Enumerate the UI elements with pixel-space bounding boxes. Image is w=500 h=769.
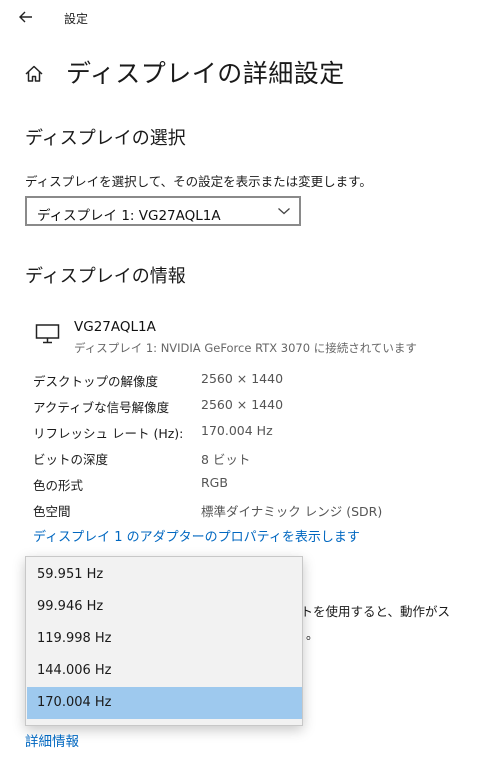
info-value-color-format: RGB [201,475,228,490]
home-button[interactable] [22,62,46,86]
display-select[interactable]: ディスプレイ 1: VG27AQL1A [25,196,301,226]
display-select-value: ディスプレイ 1: VG27AQL1A [37,208,221,224]
info-label-desktop-resolution: デスクトップの解像度 [33,374,159,389]
info-label-color-space: 色空間 [33,504,71,519]
select-section-heading: ディスプレイの選択 [25,128,186,149]
refresh-option-144[interactable]: 144.006 Hz [27,655,302,687]
back-arrow-icon [19,11,32,23]
refresh-rate-dropdown[interactable]: 59.951 Hz 99.946 Hz 119.998 Hz 144.006 H… [25,556,303,726]
select-section-description: ディスプレイを選択して、その設定を表示または変更します。 [25,174,372,189]
info-label-bit-depth: ビットの深度 [33,452,109,467]
back-button[interactable] [12,4,40,30]
info-value-bit-depth: 8 ビット [201,452,251,467]
info-value-active-signal-resolution: 2560 × 1440 [201,397,284,412]
monitor-icon [35,323,61,345]
info-value-refresh-rate: 170.004 Hz [201,423,273,438]
info-value-color-space: 標準ダイナミック レンジ (SDR) [201,504,383,519]
info-label-color-format: 色の形式 [33,478,84,493]
home-icon [25,65,43,82]
window-title: 設定 [64,12,89,26]
monitor-name: VG27AQL1A [74,319,156,335]
chevron-down-icon [278,208,290,215]
more-info-link[interactable]: 詳細情報 [25,730,79,750]
adapter-properties-link[interactable]: ディスプレイ 1 のアダプターのプロパティを表示します [33,526,360,545]
info-label-refresh-rate: リフレッシュ レート (Hz): [33,426,184,441]
refresh-option-59[interactable]: 59.951 Hz [27,559,302,591]
page-title: ディスプレイの詳細設定 [66,59,345,88]
info-label-active-signal-resolution: アクティブな信号解像度 [33,400,170,415]
refresh-option-119[interactable]: 119.998 Hz [27,623,302,655]
refresh-description-line1: ートを使用すると、動作がス [288,604,451,619]
monitor-connection: ディスプレイ 1: NVIDIA GeForce RTX 3070 に接続されて… [74,341,417,355]
refresh-description-line2: 。 [306,627,319,642]
refresh-option-99[interactable]: 99.946 Hz [27,591,302,623]
refresh-option-170[interactable]: 170.004 Hz [27,687,302,719]
info-section-heading: ディスプレイの情報 [25,266,186,287]
info-value-desktop-resolution: 2560 × 1440 [201,371,284,386]
